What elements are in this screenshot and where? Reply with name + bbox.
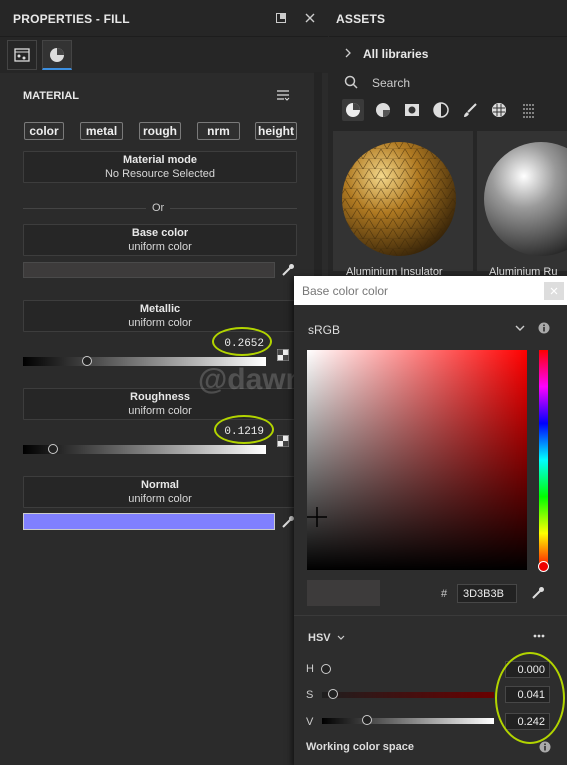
s-slider-track[interactable]	[322, 692, 494, 698]
or-label: Or	[146, 202, 171, 214]
base-color-source[interactable]: Base color uniform color	[23, 224, 297, 256]
close-icon[interactable]	[305, 13, 315, 23]
h-label: H	[306, 663, 314, 675]
base-color-label: Base color	[131, 227, 189, 239]
tab-material[interactable]	[42, 40, 72, 70]
hex-input[interactable]: 3D3B3B	[457, 584, 517, 603]
color-model-select[interactable]: HSV	[308, 632, 331, 644]
material-mode-value: No Resource Selected	[104, 168, 216, 180]
silver-sphere-preview	[484, 142, 567, 256]
hue-strip[interactable]	[539, 350, 548, 570]
v-slider-handle[interactable]	[361, 715, 372, 725]
v-slider-track[interactable]	[322, 718, 494, 724]
filter-textures-button[interactable]	[488, 99, 510, 121]
color-preview	[307, 580, 380, 606]
s-slider-handle[interactable]	[327, 689, 338, 699]
asset-thumbnail[interactable]: Aluminium Insulator	[333, 131, 473, 278]
properties-tabbar	[0, 37, 328, 73]
list-options-icon[interactable]	[276, 88, 290, 102]
asset-thumbnail[interactable]: Aluminium Ru	[477, 131, 567, 278]
search-input[interactable]: Search	[372, 76, 410, 90]
hex-label: #	[441, 588, 448, 600]
asset-filter-toolbar	[338, 96, 567, 126]
mask-icon	[405, 104, 419, 116]
popout-icon[interactable]	[276, 13, 286, 23]
layer-settings-icon	[14, 48, 30, 62]
highlight-ring	[212, 327, 272, 356]
material-mode-selector[interactable]: Material mode No Resource Selected	[23, 151, 297, 183]
close-icon	[550, 287, 558, 295]
assets-title: ASSETS	[336, 12, 386, 26]
tab-layer-properties[interactable]	[7, 40, 37, 70]
filter-brushes-button[interactable]	[459, 99, 481, 121]
generator-icon	[433, 102, 449, 118]
texture-pattern-icon	[492, 103, 506, 117]
metallic-source[interactable]: Metallic uniform color	[23, 300, 297, 332]
channel-rough-button[interactable]: rough	[139, 122, 181, 140]
eyedropper-icon[interactable]	[281, 515, 295, 529]
s-label: S	[306, 689, 314, 701]
filter-smart-masks-button[interactable]	[401, 99, 423, 121]
working-space-label: Working color space	[306, 741, 414, 753]
texture-toggle-icon[interactable]	[277, 349, 289, 361]
panel-title: PROPERTIES - FILL	[13, 12, 130, 26]
h-slider-handle[interactable]	[321, 664, 331, 674]
channel-metal-button[interactable]: metal	[80, 122, 123, 140]
texture-toggle-icon[interactable]	[277, 435, 289, 447]
material-sphere-icon	[346, 103, 360, 117]
divider	[294, 615, 567, 616]
dialog-titlebar[interactable]: Base color color	[294, 276, 567, 305]
filter-smart-materials-button[interactable]	[372, 99, 394, 121]
eyedropper-icon[interactable]	[531, 586, 545, 600]
channel-nrm-button[interactable]: nrm	[197, 122, 240, 140]
roughness-slider-handle[interactable]	[47, 444, 58, 454]
more-options-icon[interactable]	[533, 634, 545, 638]
chevron-right-icon[interactable]	[344, 48, 352, 58]
chevron-down-icon[interactable]	[337, 635, 345, 641]
eyedropper-icon[interactable]	[281, 263, 295, 277]
filter-materials-button[interactable]	[342, 99, 364, 121]
chevron-down-icon[interactable]	[515, 325, 525, 333]
section-title: MATERIAL	[23, 90, 80, 102]
v-label: V	[306, 716, 314, 728]
metallic-label: Metallic	[139, 303, 181, 315]
dialog-close-button[interactable]	[544, 282, 564, 300]
properties-header: PROPERTIES - FILL	[0, 0, 328, 37]
hue-handle[interactable]	[538, 561, 549, 572]
normal-color-swatch[interactable]	[23, 513, 275, 530]
base-color-mode: uniform color	[128, 241, 192, 253]
base-color-swatch[interactable]	[23, 262, 275, 278]
search-icon	[344, 75, 358, 89]
assets-header: ASSETS	[329, 0, 567, 37]
info-icon[interactable]	[538, 322, 550, 334]
channel-color-button[interactable]: color	[24, 122, 64, 140]
highlight-ring	[495, 652, 565, 744]
filter-generators-button[interactable]	[430, 99, 452, 121]
color-space-select[interactable]: sRGB	[308, 323, 340, 337]
color-picker-dialog: Base color color sRGB # 3D3B3B HSV H 0.0…	[294, 276, 567, 765]
info-icon[interactable]	[539, 741, 551, 753]
crosshair-icon[interactable]	[305, 505, 329, 529]
channel-height-button[interactable]: height	[255, 122, 297, 140]
highlight-ring	[214, 415, 274, 444]
smart-material-icon	[376, 103, 390, 117]
material-mode-label: Material mode	[123, 154, 197, 166]
material-sphere-icon	[50, 47, 64, 62]
normal-mode: uniform color	[128, 493, 192, 505]
roughness-slider[interactable]	[23, 445, 266, 454]
dialog-title: Base color color	[302, 284, 389, 298]
metallic-mode: uniform color	[128, 317, 192, 329]
normal-source[interactable]: Normal uniform color	[23, 476, 297, 508]
grid-dots-icon	[523, 104, 535, 118]
filter-grid-button[interactable]	[518, 99, 540, 121]
library-breadcrumb[interactable]: All libraries	[363, 47, 428, 61]
brush-icon	[464, 103, 477, 117]
saturation-value-field[interactable]	[307, 350, 527, 570]
gold-sphere-preview	[342, 142, 456, 256]
normal-label: Normal	[141, 479, 179, 491]
